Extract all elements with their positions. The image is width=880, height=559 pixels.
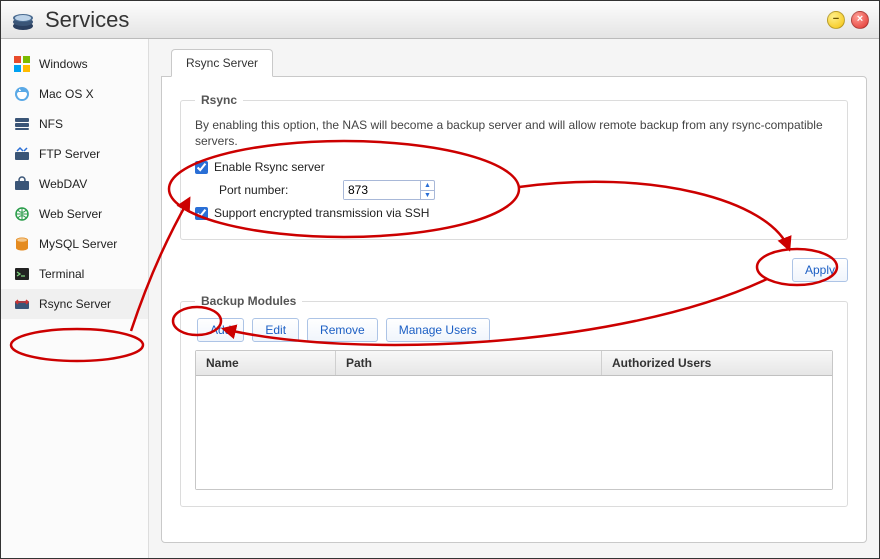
edit-button[interactable]: Edit [252, 318, 299, 342]
col-path[interactable]: Path [336, 351, 602, 375]
manage-users-button[interactable]: Manage Users [386, 318, 490, 342]
sidebar-item-mac[interactable]: Mac OS X [1, 79, 148, 109]
titlebar: Services − × [1, 1, 879, 39]
sidebar-item-label: Terminal [39, 267, 84, 281]
windows-icon [13, 55, 31, 73]
sidebar-item-label: Mac OS X [39, 87, 94, 101]
backup-modules-legend: Backup Modules [195, 294, 302, 308]
rsync-icon [13, 295, 31, 313]
web-icon [13, 205, 31, 223]
table-header: Name Path Authorized Users [196, 351, 832, 376]
enable-rsync-label: Enable Rsync server [214, 160, 325, 174]
remove-button[interactable]: Remove [307, 318, 378, 342]
sidebar-item-label: Rsync Server [39, 297, 111, 311]
close-button[interactable]: × [851, 11, 869, 29]
terminal-icon [13, 265, 31, 283]
panel: Rsync By enabling this option, the NAS w… [161, 76, 867, 543]
modules-table: Name Path Authorized Users [195, 350, 833, 490]
sidebar-item-nfs[interactable]: NFS [1, 109, 148, 139]
col-name[interactable]: Name [196, 351, 336, 375]
enable-rsync-checkbox[interactable] [195, 161, 208, 174]
add-button[interactable]: Add [197, 318, 244, 342]
sidebar-item-web-server[interactable]: Web Server [1, 199, 148, 229]
tabstrip: Rsync Server [171, 49, 867, 77]
apply-row: Apply [180, 258, 848, 282]
port-label: Port number: [219, 183, 337, 197]
window-controls: − × [827, 11, 869, 29]
tab-rsync-server[interactable]: Rsync Server [171, 49, 273, 77]
table-body [196, 376, 832, 489]
sidebar-item-rsync[interactable]: Rsync Server [1, 289, 148, 319]
ssh-row: Support encrypted transmission via SSH [195, 203, 833, 223]
sidebar-item-ftp[interactable]: FTP Server [1, 139, 148, 169]
sidebar-item-terminal[interactable]: Terminal [1, 259, 148, 289]
sidebar-item-label: MySQL Server [39, 237, 117, 251]
port-step-up[interactable]: ▲ [421, 181, 434, 191]
minimize-button[interactable]: − [827, 11, 845, 29]
enable-rsync-row: Enable Rsync server [195, 157, 833, 177]
ssh-label: Support encrypted transmission via SSH [214, 206, 429, 220]
port-step-down[interactable]: ▼ [421, 191, 434, 200]
mac-icon [13, 85, 31, 103]
sidebar-item-label: FTP Server [39, 147, 100, 161]
sidebar: Windows Mac OS X NFS FTP Server WebDAV [1, 39, 149, 558]
ftp-icon [13, 145, 31, 163]
backup-modules-group: Backup Modules Add Edit Remove Manage Us… [180, 294, 848, 507]
apply-button[interactable]: Apply [792, 258, 848, 282]
webdav-icon [13, 175, 31, 193]
rsync-legend: Rsync [195, 93, 243, 107]
modules-toolbar: Add Edit Remove Manage Users [197, 318, 833, 342]
col-authorized-users[interactable]: Authorized Users [602, 351, 832, 375]
window-title: Services [45, 7, 129, 33]
nfs-icon [13, 115, 31, 133]
sidebar-item-label: WebDAV [39, 177, 87, 191]
content: Rsync Server Rsync By enabling this opti… [149, 39, 879, 558]
sidebar-item-label: NFS [39, 117, 63, 131]
sidebar-item-webdav[interactable]: WebDAV [1, 169, 148, 199]
port-row: Port number: ▲ ▼ [195, 177, 833, 203]
rsync-group: Rsync By enabling this option, the NAS w… [180, 93, 848, 240]
mysql-icon [13, 235, 31, 253]
services-app-icon [11, 8, 35, 32]
sidebar-item-label: Web Server [39, 207, 102, 221]
rsync-description: By enabling this option, the NAS will be… [195, 117, 833, 149]
ssh-checkbox[interactable] [195, 207, 208, 220]
sidebar-item-label: Windows [39, 57, 88, 71]
port-spinner: ▲ ▼ [343, 180, 435, 200]
port-input[interactable] [344, 181, 420, 199]
sidebar-item-windows[interactable]: Windows [1, 49, 148, 79]
sidebar-item-mysql[interactable]: MySQL Server [1, 229, 148, 259]
